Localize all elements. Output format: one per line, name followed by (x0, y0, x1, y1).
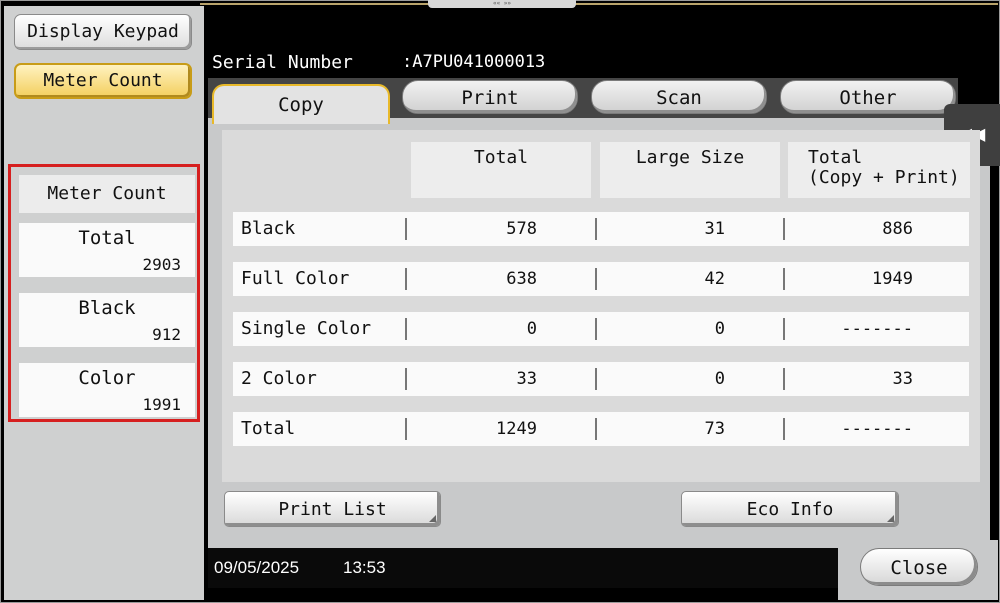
tab-print[interactable]: Print (402, 80, 578, 114)
column-divider (405, 268, 407, 290)
table-row: Full Color 638 42 1949 (233, 262, 969, 296)
eco-info-button[interactable]: Eco Info (681, 491, 899, 527)
cell-large-size: 0 (714, 369, 725, 389)
column-header-total-copy-print: Total (Copy + Print) (788, 142, 970, 198)
row-label: 2 Color (241, 368, 317, 389)
tab-other[interactable]: Other (780, 80, 956, 114)
meter-card-value: 912 (152, 325, 181, 344)
column-divider (405, 368, 407, 390)
meter-card-label: Black (78, 297, 136, 319)
meter-count-button[interactable]: Meter Count (14, 63, 192, 99)
meter-card-value: 1991 (142, 395, 181, 414)
serial-number-value: :A7PU041000013 (402, 52, 546, 72)
cell-total: 638 (506, 269, 537, 289)
tab-copy[interactable]: Copy (212, 84, 390, 124)
cell-total-copy-print: 886 (882, 219, 913, 239)
cell-total: 33 (516, 369, 537, 389)
cell-large-size: 31 (704, 219, 725, 239)
cell-total-copy-print: 33 (892, 369, 913, 389)
row-label: Single Color (241, 318, 372, 339)
status-time: 13:53 (343, 558, 386, 577)
status-date: 09/05/2025 (214, 558, 300, 577)
serial-number-label: Serial Number (212, 52, 353, 73)
eco-info-label: Eco Info (746, 499, 834, 520)
status-bar (208, 548, 838, 588)
print-list-label: Print List (278, 499, 387, 520)
cell-large-size: 0 (714, 319, 725, 339)
meter-card-total: Total 2903 (19, 223, 195, 277)
table-row: Single Color 0 0 ------- (233, 312, 969, 346)
row-label: Total (241, 418, 296, 439)
print-list-button[interactable]: Print List (224, 491, 441, 527)
meter-card-value: 2903 (142, 255, 181, 274)
cell-total-copy-print: ------- (841, 319, 913, 339)
meter-card-black: Black 912 (19, 293, 195, 347)
corner-triangle-icon (887, 515, 894, 522)
cell-large-size: 42 (704, 269, 725, 289)
row-label: Black (241, 218, 296, 239)
meter-card-color: Color 1991 (19, 363, 195, 417)
meter-card-label: Color (78, 367, 136, 389)
column-header-total: Total (411, 142, 591, 198)
table-row: 2 Color 33 0 33 (233, 362, 969, 396)
top-border-line (200, 3, 998, 5)
meter-card-label: Total (78, 227, 136, 249)
cell-total-copy-print: ------- (841, 419, 913, 439)
meter-count-title: Meter Count (19, 175, 195, 213)
column-divider (405, 218, 407, 240)
cell-total: 578 (506, 219, 537, 239)
top-notch: «« »» (428, 0, 576, 8)
cell-total-copy-print: 1949 (872, 269, 913, 289)
column-header-large-size: Large Size (600, 142, 780, 198)
cell-large-size: 73 (704, 419, 725, 439)
column-divider (405, 418, 407, 440)
corner-triangle-icon (429, 515, 436, 522)
table-row: Black 578 31 886 (233, 212, 969, 246)
cell-total: 0 (526, 319, 537, 339)
close-button[interactable]: Close (860, 548, 978, 586)
display-keypad-button[interactable]: Display Keypad (14, 14, 192, 50)
row-label: Full Color (241, 268, 350, 289)
tab-scan[interactable]: Scan (591, 80, 767, 114)
meter-count-panel: Meter Count Total 2903 Black 912 Color 1… (8, 164, 200, 422)
column-divider (405, 318, 407, 340)
table-row: Total 1249 73 ------- (233, 412, 969, 446)
cell-total: 1249 (496, 419, 537, 439)
